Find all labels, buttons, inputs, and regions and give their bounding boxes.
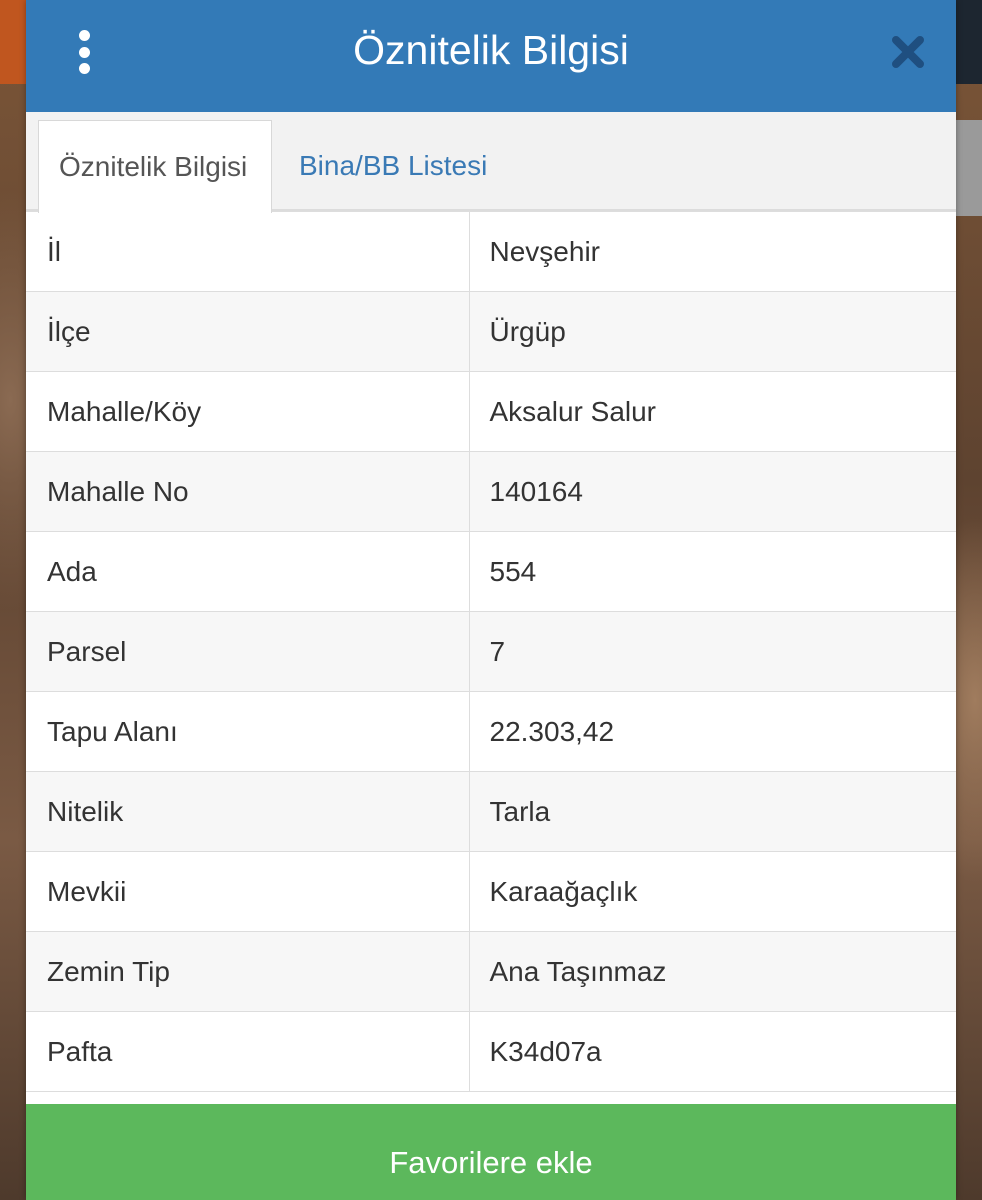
attribute-key: Pafta [26, 1011, 470, 1092]
attribute-key: Tapu Alanı [26, 691, 470, 772]
attribute-key: İlçe [26, 291, 470, 372]
tab-building-list[interactable]: Bina/BB Listesi [279, 120, 507, 213]
attribute-key: İl [26, 211, 470, 292]
table-row: Pafta K34d07a [26, 1011, 956, 1092]
attribute-key: Zemin Tip [26, 931, 470, 1012]
attribute-key: Mahalle/Köy [26, 371, 470, 452]
attribute-value: 7 [469, 611, 956, 692]
tab-bar: Öznitelik Bilgisi Bina/BB Listesi [26, 112, 956, 213]
table-row: Ada 554 [26, 531, 956, 612]
attribute-value: Aksalur Salur [469, 371, 956, 452]
table-row: İl Nevşehir [26, 211, 956, 292]
attribute-value: 554 [469, 531, 956, 612]
attribute-value: Karaağaçlık [469, 851, 956, 932]
dialog-header: Öznitelik Bilgisi [26, 0, 956, 112]
attribute-key: Mahalle No [26, 451, 470, 532]
table-row: İlçe Ürgüp [26, 291, 956, 372]
table-row: Mahalle/Köy Aksalur Salur [26, 371, 956, 452]
attribute-value: Ana Taşınmaz [469, 931, 956, 1012]
attribute-dialog: Öznitelik Bilgisi Öznitelik Bilgisi Bina… [26, 0, 956, 1200]
scrollbar-thumb[interactable] [956, 120, 982, 216]
map-edge-right [956, 0, 982, 84]
attribute-key: Nitelik [26, 771, 470, 852]
attribute-value: Ürgüp [469, 291, 956, 372]
table-row: Parsel 7 [26, 611, 956, 692]
attribute-key: Parsel [26, 611, 470, 692]
attribute-key: Ada [26, 531, 470, 612]
close-icon[interactable] [890, 34, 926, 70]
table-row: Nitelik Tarla [26, 771, 956, 852]
table-row: Tapu Alanı 22.303,42 [26, 691, 956, 772]
dialog-title: Öznitelik Bilgisi [353, 27, 629, 73]
add-to-favorites-button[interactable]: Favorilere ekle [26, 1104, 956, 1200]
table-row: Mahalle No 140164 [26, 451, 956, 532]
attribute-value: Nevşehir [469, 211, 956, 292]
attribute-value: K34d07a [469, 1011, 956, 1092]
attribute-value: 22.303,42 [469, 691, 956, 772]
table-row: Mevkii Karaağaçlık [26, 851, 956, 932]
tab-attribute-info[interactable]: Öznitelik Bilgisi [38, 120, 272, 213]
attribute-value: 140164 [469, 451, 956, 532]
attribute-key: Mevkii [26, 851, 470, 932]
attribute-value: Tarla [469, 771, 956, 852]
attribute-table: İl Nevşehir İlçe Ürgüp Mahalle/Köy Aksalur Sa… [26, 211, 956, 1092]
map-edge-left [0, 0, 26, 84]
table-row: Zemin Tip Ana Taşınmaz [26, 931, 956, 1012]
